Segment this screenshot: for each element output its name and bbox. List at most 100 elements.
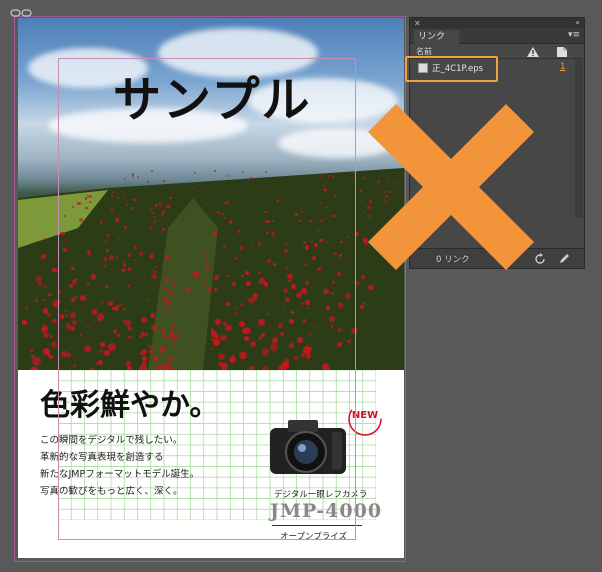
page-icon[interactable] — [555, 46, 569, 58]
flower-blossom — [111, 190, 115, 194]
flower-blossom — [36, 276, 42, 282]
flower-blossom — [241, 170, 244, 173]
flower-blossom — [123, 307, 126, 311]
flower-blossom — [220, 334, 227, 341]
flower-blossom — [212, 232, 217, 237]
tab-links[interactable]: リンク — [414, 30, 460, 44]
warning-icon[interactable] — [526, 46, 540, 58]
flower-blossom — [87, 252, 91, 256]
flower-blossom — [337, 302, 344, 308]
flower-blossom — [120, 302, 124, 306]
flower-blossom — [149, 225, 153, 229]
link-page-number[interactable]: 1 — [560, 62, 565, 72]
flower-blossom — [393, 181, 396, 184]
flower-blossom — [100, 341, 106, 347]
flower-blossom — [254, 298, 257, 301]
flower-blossom — [332, 214, 336, 218]
flower-blossom — [34, 298, 38, 302]
flower-blossom — [67, 353, 72, 358]
flower-blossom — [158, 202, 162, 206]
link-badge-icon[interactable] — [10, 8, 32, 18]
flower-blossom — [165, 300, 171, 306]
flower-blossom — [250, 177, 253, 180]
flower-blossom — [347, 340, 351, 344]
flower-blossom — [155, 204, 158, 208]
headline[interactable]: 色彩鮮やか。 — [40, 380, 219, 424]
flower-blossom — [149, 208, 153, 212]
flower-blossom — [99, 221, 103, 225]
flower-blossom — [265, 170, 268, 173]
body-text[interactable]: この瞬間をデジタルで残したい。 革新的な写真表現を創造する 新たなJMPフォーマ… — [40, 432, 199, 500]
close-icon[interactable]: ✕ — [414, 19, 421, 28]
flower-blossom — [153, 270, 157, 273]
flower-blossom — [302, 240, 306, 244]
scrollbar[interactable] — [575, 60, 583, 218]
flower-blossom — [158, 219, 161, 222]
flower-blossom — [118, 236, 121, 239]
flower-blossom — [148, 345, 151, 348]
flower-blossom — [265, 230, 269, 235]
flower-blossom — [327, 175, 330, 178]
flower-blossom — [139, 353, 143, 356]
flower-blossom — [204, 264, 210, 270]
flower-blossom — [215, 318, 222, 325]
flower-blossom — [289, 318, 295, 324]
flower-blossom — [308, 333, 312, 336]
camera-image[interactable] — [266, 414, 350, 478]
panel-titlebar[interactable]: ✕ « — [410, 18, 584, 28]
flower-blossom — [52, 318, 57, 324]
flower-blossom — [172, 324, 176, 327]
flower-blossom — [71, 278, 78, 285]
photo-title: サンプル — [113, 72, 312, 128]
relink-icon[interactable] — [534, 253, 546, 265]
flower-blossom — [319, 238, 323, 243]
flower-blossom — [185, 287, 191, 293]
flower-blossom — [115, 218, 119, 222]
flower-blossom — [162, 228, 165, 231]
flower-blossom — [133, 246, 138, 250]
edit-original-icon[interactable] — [558, 253, 570, 265]
panel-menu-icon[interactable]: ▾≡ — [568, 30, 580, 40]
flower-blossom — [325, 205, 328, 209]
flower-blossom — [131, 175, 134, 178]
text-frame-area[interactable]: 色彩鮮やか。 この瞬間をデジタルで残したい。 革新的な写真表現を創造する 新たな… — [18, 370, 404, 558]
body-line: 新たなJMPフォーマットモデル誕生。 — [40, 469, 200, 480]
flower-blossom — [267, 312, 271, 317]
document-page[interactable]: サンプル 色彩鮮やか。 この瞬間をデジタルで残したい。 革新的な写真表現を創造す… — [18, 18, 404, 558]
flower-blossom — [225, 324, 232, 332]
flower-blossom — [284, 296, 290, 302]
flower-blossom — [79, 217, 84, 222]
flower-blossom — [204, 281, 208, 285]
flower-blossom — [218, 211, 221, 214]
flower-blossom — [319, 201, 323, 204]
flower-blossom — [61, 232, 65, 236]
flower-blossom — [31, 354, 35, 358]
flower-blossom — [214, 211, 217, 214]
flower-blossom — [164, 277, 167, 280]
flower-blossom — [83, 344, 92, 353]
flower-blossom — [177, 219, 180, 222]
flower-blossom — [65, 314, 68, 318]
flower-blossom — [355, 231, 359, 236]
links-panel[interactable]: ✕ « リンク ▾≡ 名前 正_4C1P.eps 1 0 リンク — [409, 17, 585, 269]
flower-blossom — [340, 240, 343, 244]
flower-blossom — [113, 329, 118, 334]
flower-blossom — [282, 305, 285, 308]
flower-blossom — [131, 172, 134, 175]
photo-frame[interactable]: サンプル — [18, 18, 404, 370]
flower-blossom — [273, 262, 277, 266]
flower-blossom — [237, 230, 240, 233]
flower-blossom — [293, 355, 298, 360]
flower-blossom — [122, 195, 126, 199]
flower-blossom — [164, 335, 168, 339]
flower-blossom — [248, 297, 255, 304]
flower-blossom — [155, 365, 159, 369]
camera-price: オープンプライズ — [280, 532, 347, 542]
flower-blossom — [337, 328, 342, 332]
flower-blossom — [38, 281, 43, 286]
collapse-icon[interactable]: « — [575, 18, 580, 27]
flower-blossom — [220, 362, 228, 370]
flower-blossom — [116, 196, 120, 200]
flower-blossom — [324, 217, 327, 220]
flower-blossom — [153, 220, 157, 224]
